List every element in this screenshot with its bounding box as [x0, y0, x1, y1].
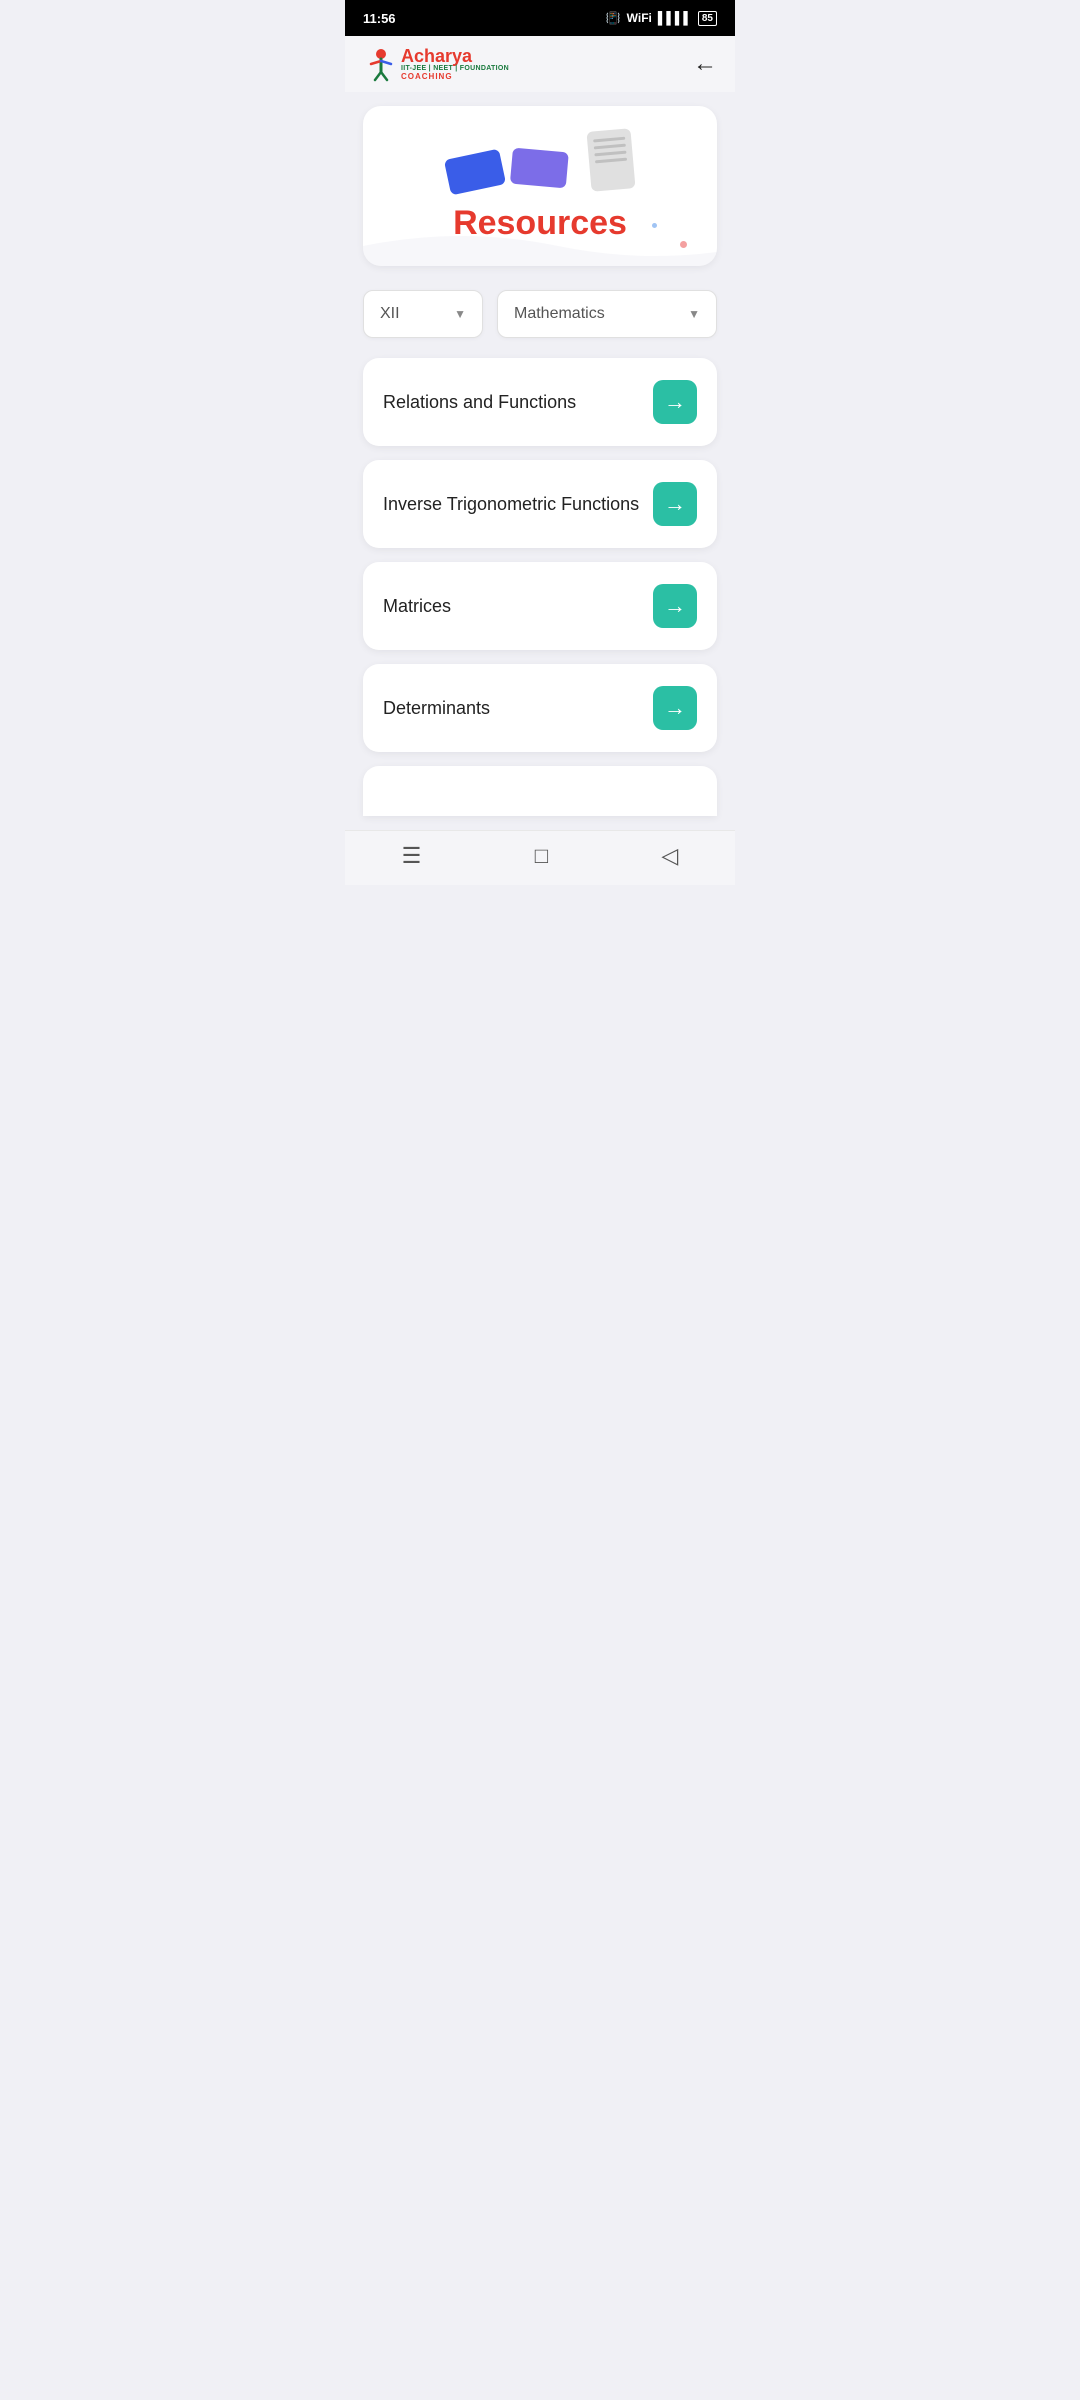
menu-icon[interactable]: ☰ [402, 843, 422, 869]
logo-text: Acharya IIT-JEE | NEET | FOUNDATION COAC… [401, 47, 509, 81]
arrow-icon-4: → [664, 697, 686, 719]
class-dropdown[interactable]: XII ▼ [363, 290, 483, 338]
arrow-icon-3: → [664, 595, 686, 617]
class-dropdown-value: XII [380, 305, 400, 323]
logo-name: Acharya [401, 47, 509, 65]
logo-subtitle: IIT-JEE | NEET | FOUNDATION [401, 65, 509, 72]
arrow-icon-2: → [664, 493, 686, 515]
topic-name-4: Determinants [383, 698, 490, 719]
back-nav-icon[interactable]: ◁ [661, 843, 678, 869]
logo-coaching: COACHING [401, 72, 509, 81]
class-dropdown-arrow: ▼ [454, 307, 466, 321]
topic-arrow-btn-2[interactable]: → [653, 482, 697, 526]
topic-card-1[interactable]: Relations and Functions → [363, 358, 717, 446]
arrow-icon-1: → [664, 391, 686, 413]
logo: Acharya IIT-JEE | NEET | FOUNDATION COAC… [363, 46, 509, 82]
topic-arrow-btn-4[interactable]: → [653, 686, 697, 730]
filters-row: XII ▼ Mathematics ▼ [363, 290, 717, 338]
topics-list: Relations and Functions → Inverse Trigon… [363, 358, 717, 816]
banner-decorations [447, 130, 633, 190]
back-button[interactable]: ← [693, 50, 717, 78]
logo-icon [363, 46, 399, 82]
home-icon[interactable]: □ [535, 843, 548, 869]
topic-arrow-btn-3[interactable]: → [653, 584, 697, 628]
subject-dropdown-value: Mathematics [514, 305, 605, 323]
status-icons: 📳 WiFi ▌▌▌▌ 85 [606, 11, 717, 26]
wifi-icon: WiFi [627, 11, 652, 25]
status-time: 11:56 [363, 11, 396, 26]
topic-card-3[interactable]: Matrices → [363, 562, 717, 650]
card-blue-icon [444, 149, 506, 196]
topic-arrow-btn-1[interactable]: → [653, 380, 697, 424]
resources-banner: Resources [363, 106, 717, 266]
topic-name-2: Inverse Trigonometric Functions [383, 494, 639, 515]
topic-name-1: Relations and Functions [383, 392, 576, 413]
signal-icon: ▌▌▌▌ [658, 11, 692, 25]
bottom-nav: ☰ □ ◁ [345, 830, 735, 885]
battery-icon: 85 [698, 11, 717, 26]
subject-dropdown[interactable]: Mathematics ▼ [497, 290, 717, 338]
subject-dropdown-arrow: ▼ [688, 307, 700, 321]
topic-card-5-partial[interactable] [363, 766, 717, 816]
status-bar: 11:56 📳 WiFi ▌▌▌▌ 85 [345, 0, 735, 36]
vibrate-icon: 📳 [606, 11, 621, 25]
topic-name-3: Matrices [383, 596, 451, 617]
topic-card-4[interactable]: Determinants → [363, 664, 717, 752]
header: Acharya IIT-JEE | NEET | FOUNDATION COAC… [345, 36, 735, 92]
banner-title: Resources [453, 204, 627, 243]
topic-card-2[interactable]: Inverse Trigonometric Functions → [363, 460, 717, 548]
card-purple-icon [510, 148, 569, 189]
card-gray-icon [586, 128, 635, 192]
